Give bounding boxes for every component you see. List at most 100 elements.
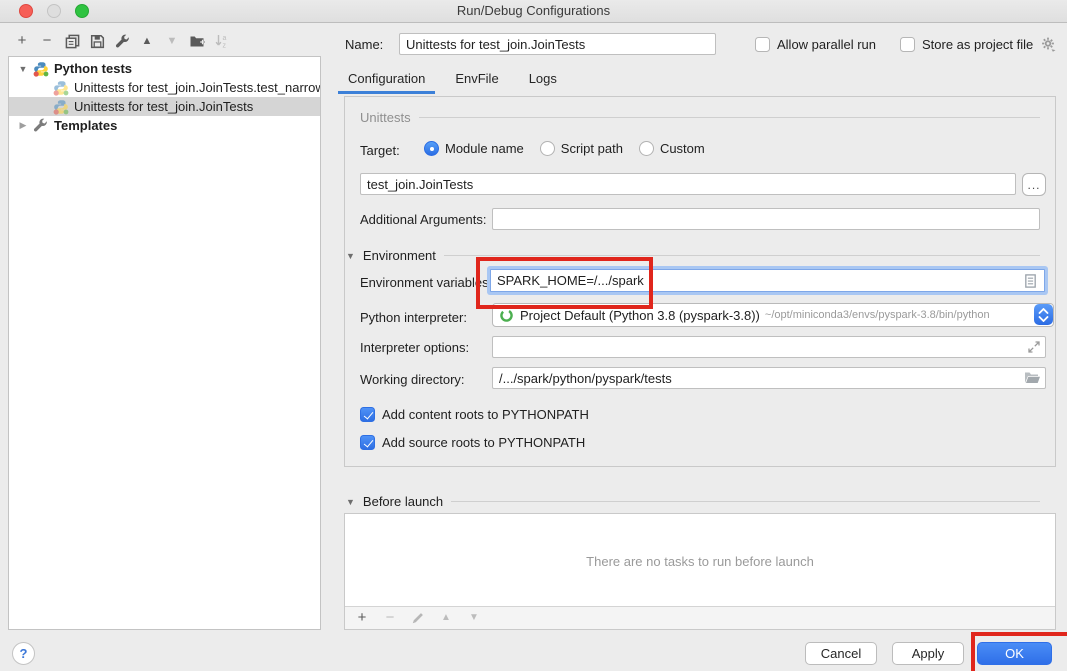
radio-custom[interactable]: Custom [639,141,705,156]
help-button[interactable]: ? [12,642,35,665]
target-label: Target: [360,143,400,158]
radio-dot[interactable] [540,141,555,156]
add-configuration-icon[interactable]: + [14,33,30,49]
combo-stepper-icon[interactable] [1034,304,1053,325]
checkbox-box[interactable] [360,407,375,422]
configurations-toolbar: + − ▲ ▼ az [14,31,230,51]
store-options-gear-icon[interactable] [1040,36,1057,56]
ok-button[interactable]: OK [977,642,1052,665]
add-source-roots-checkbox[interactable]: Add source roots to PYTHONPATH [360,435,585,450]
expand-caret-icon[interactable]: ▶ [17,120,29,131]
tree-item-label: Unittests for test_join.JoinTests.test_n… [74,80,320,95]
environment-variables-label: Environment variables: [360,275,492,290]
collapse-caret-icon[interactable]: ▼ [346,251,355,261]
add-content-roots-checkbox[interactable]: Add content roots to PYTHONPATH [360,407,589,422]
allow-parallel-run-checkbox[interactable]: Allow parallel run [755,37,876,52]
python-tests-icon [33,61,49,77]
cancel-button-label: Cancel [821,646,861,661]
environment-variables-value: SPARK_HOME=/.../spark [497,273,1023,288]
new-folder-icon[interactable] [189,33,205,49]
move-task-down-icon[interactable]: ▼ [466,610,482,626]
separator-line [451,501,1040,502]
python-interpreter-combo[interactable]: Project Default (Python 3.8 (pyspark-3.8… [492,303,1054,327]
titlebar[interactable]: Run/Debug Configurations [0,0,1067,23]
working-directory-input[interactable] [492,367,1046,389]
tab-label: Configuration [348,71,425,86]
radio-script-path[interactable]: Script path [540,141,623,156]
ok-button-label: OK [1005,646,1024,661]
radio-label: Module name [445,141,524,156]
cancel-button[interactable]: Cancel [805,642,877,665]
python-test-icon [53,80,69,96]
python-test-icon [53,99,69,115]
name-input[interactable] [399,33,716,55]
browse-folder-icon[interactable] [1024,370,1041,385]
move-up-icon[interactable]: ▲ [139,33,155,49]
checkbox-box[interactable] [755,37,770,52]
edit-task-pencil-icon[interactable] [410,610,426,626]
python-interpreter-path: ~/opt/miniconda3/envs/pyspark-3.8/bin/py… [765,309,990,321]
checkbox-label: Store as project file [922,37,1033,52]
environment-section-label: Environment [363,248,436,263]
unittests-section-label: Unittests [360,110,411,125]
before-launch-panel: There are no tasks to run before launch … [344,513,1056,630]
move-down-icon[interactable]: ▼ [164,33,180,49]
collapse-caret-icon[interactable]: ▼ [346,497,355,507]
tree-group-templates[interactable]: ▶ Templates [9,116,320,135]
radio-label: Custom [660,141,705,156]
run-debug-configurations-dialog: Run/Debug Configurations + − ▲ ▼ az ▼ Py [0,0,1067,671]
svg-text:a: a [223,35,227,42]
sort-configurations-icon[interactable]: az [214,33,230,49]
checkbox-box[interactable] [360,435,375,450]
save-configuration-icon[interactable] [89,33,105,49]
checkbox-label: Allow parallel run [777,37,876,52]
separator-line [419,117,1040,118]
radio-dot[interactable] [424,141,439,156]
radio-module-name[interactable]: Module name [424,141,524,156]
before-launch-empty-text: There are no tasks to run before launch [345,514,1055,608]
radio-label: Script path [561,141,623,156]
copy-configuration-icon[interactable] [64,33,80,49]
separator-line [444,255,1040,256]
python-interpreter-label: Python interpreter: [360,310,467,325]
target-input[interactable] [360,173,1016,195]
store-as-project-file-checkbox[interactable]: Store as project file [900,37,1033,52]
tree-item-jointests[interactable]: Unittests for test_join.JoinTests [9,97,320,116]
environment-section-separator: ▼ Environment [346,248,1040,263]
target-radio-group: Module name Script path Custom [424,141,705,156]
before-launch-toolbar: + − ▲ ▼ [345,606,1055,629]
tree-item-test-narrow[interactable]: Unittests for test_join.JoinTests.test_n… [9,78,320,97]
browse-ellipsis: ... [1027,178,1040,192]
tree-group-python-tests[interactable]: ▼ Python tests [9,59,320,78]
before-launch-label: Before launch [363,494,443,509]
tab-logs[interactable]: Logs [519,66,567,94]
move-task-up-icon[interactable]: ▲ [438,610,454,626]
remove-configuration-icon[interactable]: − [39,33,55,49]
additional-arguments-label: Additional Arguments: [360,212,486,227]
radio-dot[interactable] [639,141,654,156]
environment-variables-field[interactable]: SPARK_HOME=/.../spark [487,266,1048,295]
browse-variables-icon[interactable] [1023,273,1038,289]
python-interpreter-value: Project Default (Python 3.8 (pyspark-3.8… [520,308,760,323]
collapse-caret-icon[interactable]: ▼ [17,64,29,74]
help-question-mark: ? [20,646,28,661]
interpreter-options-input[interactable] [492,336,1046,358]
name-label: Name: [345,37,383,52]
checkbox-label: Add source roots to PYTHONPATH [382,435,585,450]
tab-label: Logs [529,71,557,86]
checkbox-box[interactable] [900,37,915,52]
remove-task-icon[interactable]: − [382,610,398,626]
apply-button[interactable]: Apply [892,642,964,665]
templates-wrench-icon [33,118,49,134]
tab-configuration[interactable]: Configuration [338,66,435,94]
edit-templates-wrench-icon[interactable] [114,33,130,49]
tree-group-label: Templates [54,118,117,133]
browse-target-button[interactable]: ... [1022,173,1046,196]
tab-envfile[interactable]: EnvFile [445,66,508,94]
before-launch-separator: ▼ Before launch [346,494,1040,509]
add-task-icon[interactable]: + [354,610,370,626]
additional-arguments-input[interactable] [492,208,1040,230]
expand-field-icon[interactable] [1026,339,1042,355]
working-directory-label: Working directory: [360,372,465,387]
tab-label: EnvFile [455,71,498,86]
